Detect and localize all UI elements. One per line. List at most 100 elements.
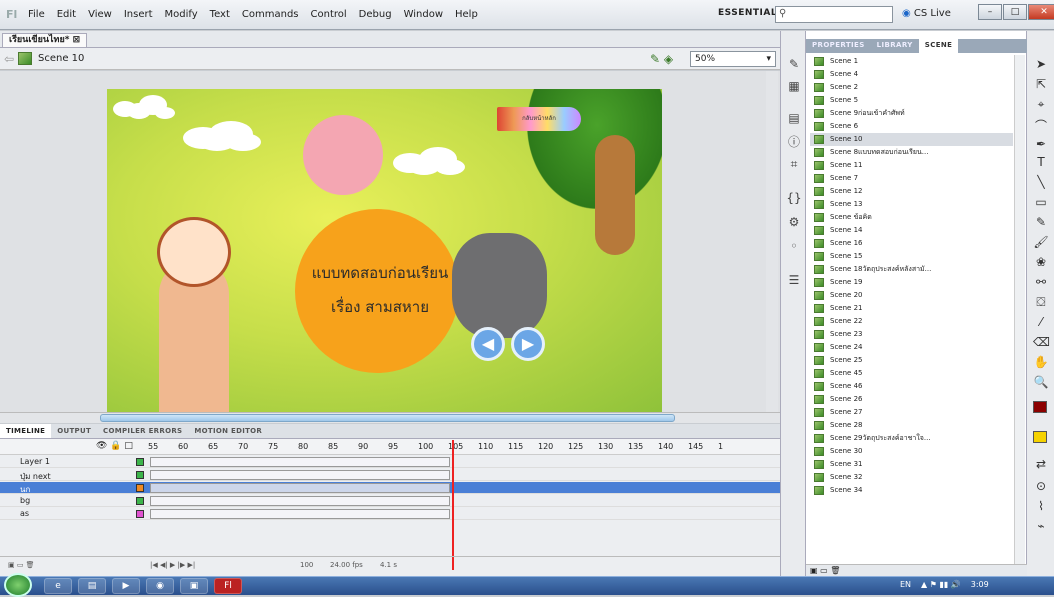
tab-output[interactable]: OUTPUT <box>51 424 97 438</box>
layer-outline-color[interactable] <box>136 497 144 505</box>
scene-list-item[interactable]: Scene 2 <box>810 81 1013 94</box>
scene-list-item[interactable]: Scene 30 <box>810 445 1013 458</box>
tab-motion-editor[interactable]: MOTION EDITOR <box>188 424 268 438</box>
layer-frames[interactable] <box>150 483 450 493</box>
menu-text[interactable]: Text <box>210 9 230 20</box>
motion-presets-icon[interactable]: ◦ <box>786 239 802 255</box>
playback-controls[interactable]: |◀ ◀| ▶ |▶ ▶| <box>150 561 195 569</box>
menu-modify[interactable]: Modify <box>165 9 198 20</box>
scene-list-item[interactable]: Scene 32 <box>810 471 1013 484</box>
scene-list-item[interactable]: Scene 26 <box>810 393 1013 406</box>
edit-symbols-icon[interactable]: ✎ ◈ <box>650 52 673 66</box>
menu-help[interactable]: Help <box>455 9 478 20</box>
straighten-icon[interactable]: ⌁ <box>1033 519 1049 535</box>
app-icon[interactable]: ▣ <box>180 578 208 594</box>
back-arrow-icon[interactable]: ⇦ <box>4 52 14 66</box>
deco-tool-icon[interactable]: ❀ <box>1033 255 1049 271</box>
eyedropper-icon[interactable]: ⁄ <box>1033 315 1049 331</box>
scene-list-item[interactable]: Scene 19 <box>810 276 1013 289</box>
snap-icon[interactable]: ⊙ <box>1033 479 1049 495</box>
scene-list-item[interactable]: Scene 13 <box>810 198 1013 211</box>
clock[interactable]: 3:09 <box>971 580 989 589</box>
scene-list-item[interactable]: Scene 16 <box>810 237 1013 250</box>
start-button[interactable] <box>4 573 32 597</box>
scene-list-item[interactable]: Scene 28 <box>810 419 1013 432</box>
selection-tool-icon[interactable]: ➤ <box>1033 57 1049 73</box>
layer-frames[interactable] <box>150 496 450 506</box>
scene-list-item[interactable]: Scene 29วัตถุประสงค์อาชาใจ... <box>810 432 1013 445</box>
scene-list-item[interactable]: Scene 20 <box>810 289 1013 302</box>
scene-list-item[interactable]: Scene 18วัตถุประสงค์หลังสามั... <box>810 263 1013 276</box>
frame-rate[interactable]: 24.00 fps <box>330 561 363 569</box>
scene-list-item[interactable]: Scene 15 <box>810 250 1013 263</box>
minimize-button[interactable]: – <box>978 4 1002 20</box>
layer-frames[interactable] <box>150 457 450 467</box>
layer-outline-color[interactable] <box>136 484 144 492</box>
menu-view[interactable]: View <box>88 9 112 20</box>
pen-tool-icon[interactable]: ✒ <box>1033 137 1049 153</box>
scene-list-item[interactable]: Scene 5 <box>810 94 1013 107</box>
next-arrow-button[interactable]: ▶ <box>511 327 545 361</box>
explorer-icon[interactable]: ▤ <box>78 578 106 594</box>
zoom-select[interactable]: 50% ▾ <box>690 51 776 67</box>
tab-library[interactable]: LIBRARY <box>871 39 919 53</box>
stage-vertical-scrollbar[interactable] <box>766 71 778 414</box>
tab-compiler-errors[interactable]: COMPILER ERRORS <box>97 424 188 438</box>
ie-icon[interactable]: e <box>44 578 72 594</box>
scene-list-item[interactable]: Scene 31 <box>810 458 1013 471</box>
search-input[interactable]: ⚲ <box>775 6 893 23</box>
scene-list-scrollbar[interactable] <box>1014 55 1025 565</box>
stage-horizontal-scrollbar[interactable] <box>0 412 780 423</box>
hand-tool-icon[interactable]: ✋ <box>1033 355 1049 371</box>
fill-color-icon[interactable] <box>1033 431 1049 447</box>
layer-row-selected[interactable]: นก <box>0 482 780 494</box>
menu-debug[interactable]: Debug <box>359 9 392 20</box>
home-pencil-button[interactable]: กลับหน้าหลัก <box>497 107 581 131</box>
free-transform-icon[interactable]: ⌖ <box>1033 97 1049 113</box>
maximize-button[interactable]: □ <box>1003 4 1027 20</box>
scene-list-item[interactable]: Scene 6 <box>810 120 1013 133</box>
cs-live-button[interactable]: ◉ CS Live <box>902 8 951 19</box>
components-icon[interactable]: ⚙ <box>786 215 802 231</box>
lasso-tool-icon[interactable]: ⌒ <box>1033 117 1049 133</box>
menu-insert[interactable]: Insert <box>124 9 153 20</box>
scene-list-item[interactable]: Scene 10 <box>810 133 1013 146</box>
subselection-tool-icon[interactable]: ⇱ <box>1033 77 1049 93</box>
scene-list-item[interactable]: Scene 24 <box>810 341 1013 354</box>
scene-list-item[interactable]: Scene 27 <box>810 406 1013 419</box>
scene-list-item[interactable]: Scene 25 <box>810 354 1013 367</box>
chrome-icon[interactable]: ◉ <box>146 578 174 594</box>
layer-outline-color[interactable] <box>136 471 144 479</box>
line-tool-icon[interactable]: ╲ <box>1033 175 1049 191</box>
smooth-icon[interactable]: ⌇ <box>1033 499 1049 515</box>
scene-list-item[interactable]: Scene ข้อคิด <box>810 211 1013 224</box>
language-indicator[interactable]: EN <box>900 580 911 589</box>
layer-outline-color[interactable] <box>136 458 144 466</box>
layer-frames[interactable] <box>150 470 450 480</box>
rectangle-tool-icon[interactable]: ▭ <box>1033 195 1049 211</box>
swatches-icon[interactable]: ▦ <box>786 79 802 95</box>
flash-taskbar-icon[interactable]: Fl <box>214 578 242 594</box>
tab-timeline[interactable]: TIMELINE <box>0 424 52 438</box>
code-snippets-icon[interactable]: {} <box>786 191 802 207</box>
scene-list-item[interactable]: Scene 7 <box>810 172 1013 185</box>
bone-tool-icon[interactable]: ⚯ <box>1033 275 1049 291</box>
menu-control[interactable]: Control <box>311 9 347 20</box>
layer-row[interactable]: as <box>0 508 780 520</box>
scene-list-item[interactable]: Scene 4 <box>810 68 1013 81</box>
scene-actions-icons[interactable]: ▣ ▭ 🗑 <box>806 566 840 575</box>
scene-list-item[interactable]: Scene 46 <box>810 380 1013 393</box>
layer-row[interactable]: ปุ่ม next <box>0 469 780 481</box>
pencil-tool-icon[interactable]: ✎ <box>1033 215 1049 231</box>
scene-list-item[interactable]: Scene 34 <box>810 484 1013 497</box>
stroke-color-icon[interactable] <box>1033 401 1049 417</box>
scene-list-item[interactable]: Scene 1 <box>810 55 1013 68</box>
zoom-tool-icon[interactable]: 🔍 <box>1033 375 1049 391</box>
scrollbar-thumb[interactable] <box>100 414 675 422</box>
new-layer-icon[interactable]: ▣ ▭ 🗑 <box>8 561 35 569</box>
info-icon[interactable]: ⓘ <box>786 133 802 149</box>
paint-bucket-icon[interactable]: ⛋ <box>1033 295 1049 311</box>
history-icon[interactable]: ☰ <box>786 273 802 289</box>
tray-icons[interactable]: ▲ ⚑ ▮▮ 🔊 <box>921 580 961 589</box>
layer-row[interactable]: Layer 1 <box>0 456 780 468</box>
